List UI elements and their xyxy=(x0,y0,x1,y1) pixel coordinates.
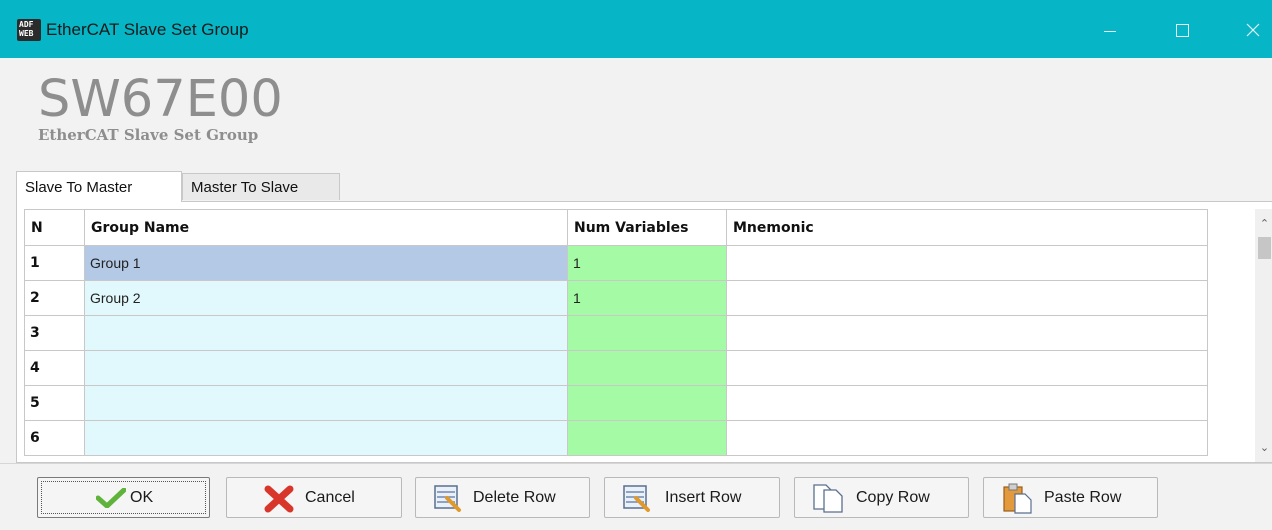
scroll-up-icon[interactable]: ⌃ xyxy=(1259,217,1270,231)
close-icon[interactable] xyxy=(1234,14,1272,46)
app-window: ADF WEB EtherCAT Slave Set Group SW67E00… xyxy=(0,0,1272,530)
scrollbar-thumb[interactable] xyxy=(1258,237,1271,259)
row-number-cell[interactable]: 5 xyxy=(24,385,85,421)
group-name-cell[interactable]: Group 2 xyxy=(84,280,568,316)
num-variables-cell[interactable] xyxy=(567,315,727,351)
insert-row-button[interactable]: Insert Row xyxy=(604,477,780,518)
num-variables-cell[interactable] xyxy=(567,420,727,456)
table-row[interactable]: 3 xyxy=(24,315,1208,351)
tab-master-to-slave[interactable]: Master To Slave xyxy=(182,173,340,200)
mnemonic-cell[interactable] xyxy=(726,280,1208,316)
num-variables-cell[interactable]: 1 xyxy=(567,245,727,281)
tab-slave-to-master[interactable]: Slave To Master xyxy=(16,171,182,202)
paste-row-label: Paste Row xyxy=(1044,489,1122,506)
table-row[interactable]: 6 xyxy=(24,420,1208,456)
group-name-cell[interactable] xyxy=(84,315,568,351)
group-name-cell[interactable] xyxy=(84,420,568,456)
groups-table: N Group Name Num Variables Mnemonic 1 Gr… xyxy=(24,209,1208,456)
mnemonic-cell[interactable] xyxy=(726,350,1208,386)
delete-row-button[interactable]: Delete Row xyxy=(415,477,590,518)
column-header-n[interactable]: N xyxy=(24,209,85,246)
maximize-icon[interactable] xyxy=(1163,14,1203,46)
num-variables-cell[interactable] xyxy=(567,385,727,421)
mnemonic-cell[interactable] xyxy=(726,420,1208,456)
insert-row-icon xyxy=(622,484,652,517)
table-row[interactable]: 5 xyxy=(24,385,1208,421)
table-row[interactable]: 2 Group 2 1 xyxy=(24,280,1208,316)
row-number-cell[interactable]: 6 xyxy=(24,420,85,456)
cancel-x-icon xyxy=(263,485,295,518)
table-header-row: N Group Name Num Variables Mnemonic xyxy=(24,209,1208,246)
cancel-label: Cancel xyxy=(305,489,355,506)
copy-icon xyxy=(812,483,848,518)
group-name-cell[interactable] xyxy=(84,385,568,421)
insert-row-label: Insert Row xyxy=(665,489,742,506)
divider xyxy=(0,463,1272,464)
row-number-cell[interactable]: 4 xyxy=(24,350,85,386)
delete-row-icon xyxy=(433,484,463,517)
num-variables-cell[interactable] xyxy=(567,350,727,386)
cancel-button[interactable]: Cancel xyxy=(226,477,402,518)
group-name-cell[interactable]: Group 1 xyxy=(84,245,568,281)
table-row[interactable]: 1 Group 1 1 xyxy=(24,245,1208,281)
copy-row-label: Copy Row xyxy=(856,489,930,506)
column-header-num-variables[interactable]: Num Variables xyxy=(567,209,727,246)
group-name-cell[interactable] xyxy=(84,350,568,386)
delete-row-label: Delete Row xyxy=(473,489,556,506)
mnemonic-cell[interactable] xyxy=(726,385,1208,421)
title-bar[interactable]: ADF WEB EtherCAT Slave Set Group xyxy=(0,0,1272,58)
page-subtitle: EtherCAT Slave Set Group xyxy=(38,126,259,144)
paste-clipboard-icon xyxy=(1001,482,1035,519)
product-code: SW67E00 xyxy=(38,70,283,129)
minimize-icon[interactable] xyxy=(1090,14,1130,46)
row-number-cell[interactable]: 1 xyxy=(24,245,85,281)
groups-panel: N Group Name Num Variables Mnemonic 1 Gr… xyxy=(16,201,1272,463)
paste-row-button[interactable]: Paste Row xyxy=(983,477,1158,518)
table-row[interactable]: 4 xyxy=(24,350,1208,386)
app-logo-text-top: ADF xyxy=(19,20,34,29)
mnemonic-cell[interactable] xyxy=(726,315,1208,351)
vertical-scrollbar[interactable]: ⌃ ⌄ xyxy=(1255,209,1272,462)
num-variables-cell[interactable]: 1 xyxy=(567,280,727,316)
row-number-cell[interactable]: 3 xyxy=(24,315,85,351)
app-logo-text-bottom: WEB xyxy=(19,29,34,38)
mnemonic-cell[interactable] xyxy=(726,245,1208,281)
copy-row-button[interactable]: Copy Row xyxy=(794,477,969,518)
column-header-mnemonic[interactable]: Mnemonic xyxy=(726,209,1208,246)
ok-button[interactable]: OK xyxy=(37,477,210,518)
scroll-down-icon[interactable]: ⌄ xyxy=(1259,441,1270,455)
column-header-group-name[interactable]: Group Name xyxy=(84,209,568,246)
checkmark-icon xyxy=(95,487,127,513)
ok-label: OK xyxy=(130,489,154,506)
row-number-cell[interactable]: 2 xyxy=(24,280,85,316)
app-logo-icon: ADF WEB xyxy=(17,19,41,41)
window-title: EtherCAT Slave Set Group xyxy=(46,20,249,39)
